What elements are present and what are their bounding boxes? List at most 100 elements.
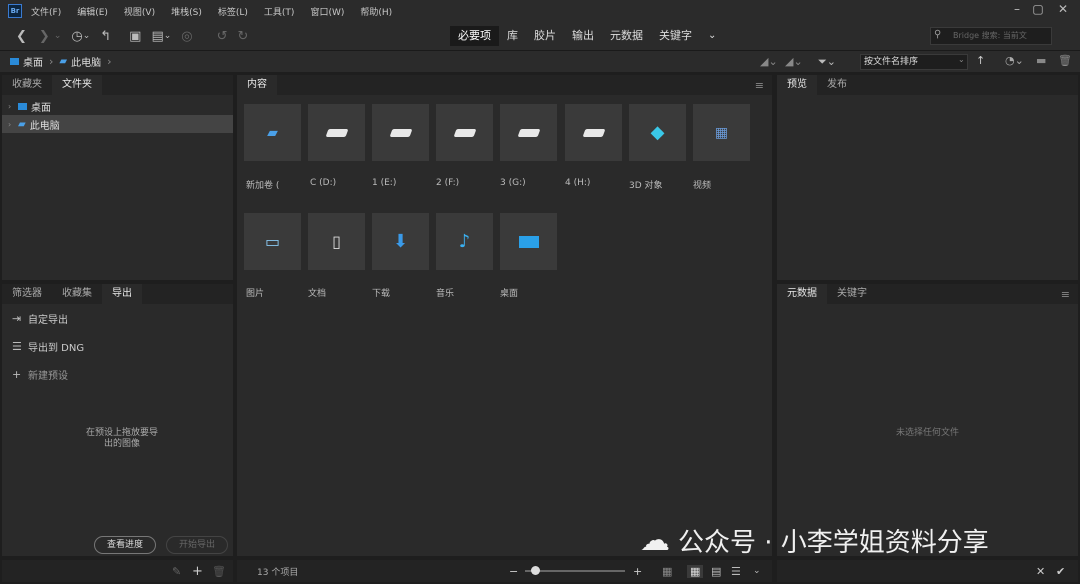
workspace-output[interactable]: 输出 [564, 26, 602, 46]
workspace-keywords[interactable]: 关键字 [651, 26, 700, 46]
rating-filter-icon[interactable]: ◢⌄ [785, 55, 803, 68]
tile-label: 下载 [372, 289, 391, 299]
tab-keywords[interactable]: 关键字 [827, 284, 877, 304]
desktop-icon [518, 235, 539, 248]
delete-icon[interactable]: 🗑 [1058, 54, 1072, 67]
rotate-right-icon[interactable]: ↻ [238, 29, 249, 44]
breadcrumb-desktop[interactable]: 桌面 [10, 54, 43, 69]
edit-icon[interactable]: ✎ [172, 565, 181, 578]
tile-label: 4 (H:) [565, 178, 591, 188]
export-dng[interactable]: ☰ 导出到 DNG [2, 332, 233, 360]
new-preset[interactable]: + 新建预设 [2, 360, 233, 388]
breadcrumb-desktop-label: 桌面 [23, 58, 43, 69]
menu-view[interactable]: 视图(V) [124, 5, 155, 18]
start-export-button[interactable]: 开始导出 [166, 536, 228, 554]
new-folder-icon[interactable]: ▬ [1036, 54, 1046, 67]
export-custom[interactable]: ⇥ 自定导出 [2, 304, 233, 332]
camera-icon[interactable]: ▣ [129, 29, 141, 44]
view-options-icon[interactable]: ⌄ [753, 566, 761, 576]
chevron-down-icon[interactable]: ⌄ [54, 31, 62, 41]
tab-favorites[interactable]: 收藏夹 [2, 75, 52, 95]
open-recent-folder-icon[interactable]: ◔⌄ [1005, 54, 1024, 67]
add-icon[interactable]: + [192, 564, 203, 579]
return-icon[interactable]: ↰ [100, 29, 111, 44]
export-icon: ⇥ [12, 311, 22, 325]
folder-tile[interactable]: ▯ [308, 213, 365, 270]
sort-dropdown[interactable]: 按文件名排序 [860, 54, 968, 70]
folder-tile[interactable]: ♪ [436, 213, 493, 270]
pictures-icon: ▭ [264, 232, 281, 251]
drive-tile[interactable] [500, 104, 557, 161]
panel-menu-icon[interactable]: ≡ [1061, 288, 1070, 301]
view-progress-button[interactable]: 查看进度 [94, 536, 156, 554]
tab-publish[interactable]: 发布 [817, 75, 857, 95]
drive-icon [389, 128, 412, 137]
drive-tile[interactable]: ▰ [244, 104, 301, 161]
thumbnail-size-slider[interactable] [525, 570, 625, 572]
folder-tile[interactable] [500, 213, 557, 270]
workspace-more-icon[interactable]: ⌄ [700, 26, 724, 46]
tab-preview[interactable]: 预览 [777, 75, 817, 95]
expand-icon[interactable]: › [8, 120, 18, 129]
preview-panel: 预览 发布 [777, 75, 1078, 280]
sort-ascending-icon[interactable]: ↑ [976, 54, 985, 67]
drive-tile[interactable] [436, 104, 493, 161]
drive-tile[interactable] [372, 104, 429, 161]
menu-window[interactable]: 窗口(W) [310, 5, 344, 18]
open-recent-icon[interactable]: ◎ [181, 29, 192, 44]
workspace-filmstrip[interactable]: 胶片 [526, 26, 564, 46]
tree-item-desktop[interactable]: › 桌面 [2, 97, 233, 115]
apply-icon[interactable]: ✔ [1056, 565, 1065, 578]
workspace-essentials[interactable]: 必要项 [450, 26, 499, 46]
rotate-left-icon[interactable]: ↺ [217, 29, 228, 44]
menu-edit[interactable]: 编辑(E) [77, 5, 108, 18]
slider-handle[interactable] [531, 566, 540, 575]
workspace-metadata[interactable]: 元数据 [602, 26, 651, 46]
tree-item-this-pc[interactable]: › ▰ 此电脑 [2, 115, 233, 133]
workspace-library[interactable]: 库 [499, 26, 526, 46]
quality-icon[interactable]: ◢⌄ [760, 55, 778, 68]
drive-tile[interactable] [565, 104, 622, 161]
close-icon[interactable]: ✕ [1052, 0, 1074, 18]
maximize-icon[interactable]: ▢ [1027, 0, 1049, 18]
forward-icon[interactable]: ❯ [39, 29, 50, 44]
back-icon[interactable]: ❮ [16, 29, 27, 44]
drive-icon [582, 128, 605, 137]
cancel-icon[interactable]: ✕ [1036, 565, 1045, 578]
expand-icon[interactable]: › [8, 102, 18, 111]
breadcrumb-this-pc[interactable]: ▰ 此电脑 [59, 54, 101, 69]
desktop-icon [18, 102, 27, 110]
minimize-icon[interactable]: – [1006, 0, 1028, 18]
folder-tile[interactable]: ▦ [693, 104, 750, 161]
grid-lock-icon[interactable]: ▦ [662, 565, 672, 578]
tile-label: 图片 [246, 289, 265, 299]
tab-collections[interactable]: 收藏集 [52, 284, 102, 304]
filter-icon[interactable]: ⏷⌄ [818, 55, 836, 69]
trash-icon[interactable]: 🗑 [212, 565, 226, 578]
tab-content[interactable]: 内容 [237, 75, 277, 95]
history-icon[interactable]: ◷ ⌄ [71, 29, 90, 44]
list-view-icon[interactable]: ☰ [731, 565, 741, 578]
zoom-out-icon[interactable]: − [509, 565, 518, 578]
menu-file[interactable]: 文件(F) [31, 5, 61, 18]
tab-metadata[interactable]: 元数据 [777, 284, 827, 304]
search-input[interactable]: Bridge 搜索: 当前文 [930, 27, 1052, 45]
details-view-icon[interactable]: ▤ [711, 565, 721, 578]
panel-menu-icon[interactable]: ≡ [755, 79, 764, 92]
tab-filter[interactable]: 筛选器 [2, 284, 52, 304]
folder-tile[interactable]: ⬇ [372, 213, 429, 270]
drive-tile[interactable] [308, 104, 365, 161]
thumbnail-view-icon[interactable]: ▦ [687, 564, 704, 578]
menu-stack[interactable]: 堆栈(S) [171, 5, 202, 18]
menu-label[interactable]: 标签(L) [218, 5, 248, 18]
plus-icon: + [12, 367, 22, 381]
tab-export[interactable]: 导出 [102, 284, 142, 304]
menu-tools[interactable]: 工具(T) [264, 5, 295, 18]
menu-help[interactable]: 帮助(H) [360, 5, 392, 18]
zoom-in-icon[interactable]: + [633, 565, 642, 578]
folder-tile[interactable]: ◆ [629, 104, 686, 161]
folder-tile[interactable]: ▭ [244, 213, 301, 270]
refine-icon[interactable]: ▤ ⌄ [151, 29, 171, 44]
tab-folders[interactable]: 文件夹 [52, 75, 102, 95]
tile-label: 视频 [693, 181, 712, 191]
